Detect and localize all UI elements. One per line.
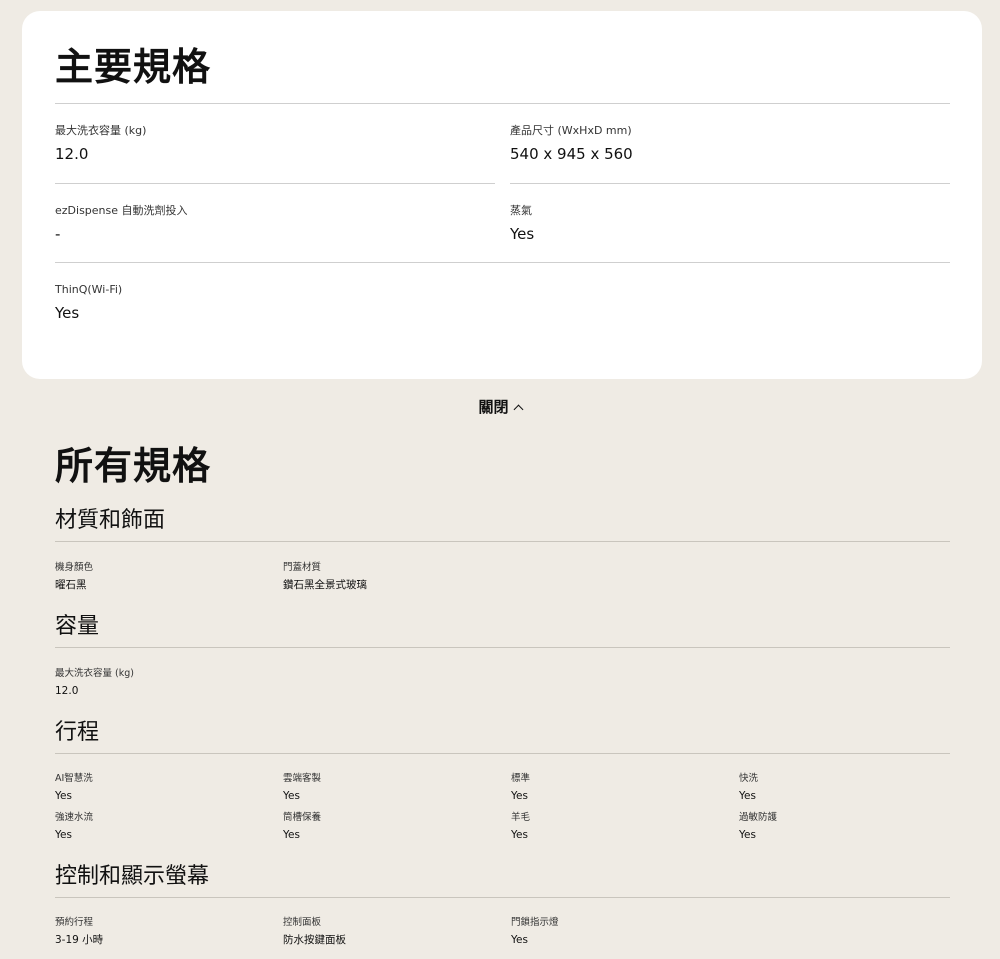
spec-value: - bbox=[55, 225, 61, 243]
key-spec-dimensions: 產品尺寸 (WxHxD mm) 540 x 945 x 560 bbox=[510, 124, 950, 164]
spec-value: 12.0 bbox=[55, 685, 79, 697]
spec-label: AI智慧洗 bbox=[55, 773, 93, 784]
spec-label: 產品尺寸 (WxHxD mm) bbox=[510, 124, 632, 137]
spec-value: Yes bbox=[511, 934, 528, 946]
spec-label: 機身顏色 bbox=[55, 562, 94, 573]
divider bbox=[55, 897, 950, 898]
spec-label: 筒槽保養 bbox=[283, 812, 322, 823]
spec-value: Yes bbox=[55, 304, 80, 322]
spec-value: 540 x 945 x 560 bbox=[510, 145, 633, 163]
spec-value: Yes bbox=[739, 829, 756, 841]
close-label: 關閉 bbox=[478, 398, 509, 416]
key-specs-title: 主要規格 bbox=[55, 45, 212, 89]
section-title-capacity: 容量 bbox=[55, 614, 100, 639]
key-specs-card: 主要規格 最大洗衣容量 (kg) 12.0 產品尺寸 (WxHxD mm) 54… bbox=[22, 11, 982, 379]
key-spec-ezdispense: ezDispense 自動洗劑投入 - bbox=[55, 204, 495, 244]
spec-label: 雲端客製 bbox=[283, 773, 322, 784]
spec-label: 控制面板 bbox=[283, 917, 322, 928]
divider bbox=[55, 647, 950, 648]
section-title-programs: 行程 bbox=[55, 720, 100, 745]
spec-label: ThinQ(Wi-Fi) bbox=[55, 283, 123, 296]
spec-value: Yes bbox=[510, 225, 535, 243]
spec-value: Yes bbox=[511, 829, 528, 841]
section-title-controls: 控制和顯示螢幕 bbox=[55, 864, 210, 889]
spec-label: 羊毛 bbox=[511, 812, 531, 823]
key-spec-steam: 蒸氣 Yes bbox=[510, 204, 950, 244]
spec-item: 強速水流 Yes bbox=[55, 812, 275, 842]
spec-item: 標準 Yes bbox=[511, 773, 731, 803]
divider bbox=[55, 183, 495, 184]
spec-item: 筒槽保養 Yes bbox=[283, 812, 503, 842]
spec-item: 控制面板 防水按鍵面板 bbox=[283, 917, 503, 947]
spec-value: 3-19 小時 bbox=[55, 934, 104, 946]
close-button[interactable]: 關閉 bbox=[0, 396, 1000, 417]
spec-value: Yes bbox=[511, 790, 528, 802]
spec-item: 門蓋材質 鑽石黑全景式玻璃 bbox=[283, 562, 503, 592]
spec-item: 門鎖指示燈 Yes bbox=[511, 917, 731, 947]
spec-value: 曜石黑 bbox=[55, 579, 87, 591]
divider bbox=[55, 753, 950, 754]
spec-value: Yes bbox=[283, 790, 300, 802]
key-spec-capacity: 最大洗衣容量 (kg) 12.0 bbox=[55, 124, 495, 164]
spec-label: 標準 bbox=[511, 773, 531, 784]
divider bbox=[55, 541, 950, 542]
spec-item: 雲端客製 Yes bbox=[283, 773, 503, 803]
spec-value: Yes bbox=[55, 829, 72, 841]
spec-item: 羊毛 Yes bbox=[511, 812, 731, 842]
spec-value: 12.0 bbox=[55, 145, 89, 163]
spec-label: 預約行程 bbox=[55, 917, 94, 928]
spec-label: 最大洗衣容量 (kg) bbox=[55, 668, 134, 679]
spec-label: 強速水流 bbox=[55, 812, 94, 823]
spec-label: 過敏防護 bbox=[739, 812, 778, 823]
all-specs-title: 所有規格 bbox=[55, 444, 212, 488]
divider bbox=[510, 183, 950, 184]
divider bbox=[55, 103, 950, 104]
spec-value: Yes bbox=[283, 829, 300, 841]
spec-value: Yes bbox=[739, 790, 756, 802]
spec-item: AI智慧洗 Yes bbox=[55, 773, 275, 803]
key-spec-thinq: ThinQ(Wi-Fi) Yes bbox=[55, 283, 495, 323]
spec-item: 快洗 Yes bbox=[739, 773, 959, 803]
spec-label: 快洗 bbox=[739, 773, 759, 784]
spec-value: 防水按鍵面板 bbox=[283, 934, 346, 946]
spec-item: 機身顏色 曜石黑 bbox=[55, 562, 275, 592]
spec-value: Yes bbox=[55, 790, 72, 802]
spec-label: 門蓋材質 bbox=[283, 562, 322, 573]
spec-item: 預約行程 3-19 小時 bbox=[55, 917, 275, 947]
spec-label: ezDispense 自動洗劑投入 bbox=[55, 204, 188, 217]
spec-label: 最大洗衣容量 (kg) bbox=[55, 124, 147, 137]
spec-label: 蒸氣 bbox=[510, 204, 532, 217]
spec-item: 過敏防護 Yes bbox=[739, 812, 959, 842]
section-title-materials: 材質和飾面 bbox=[55, 508, 166, 533]
chevron-up-icon bbox=[513, 404, 523, 415]
spec-item: 最大洗衣容量 (kg) 12.0 bbox=[55, 668, 275, 698]
spec-label: 門鎖指示燈 bbox=[511, 917, 559, 928]
spec-value: 鑽石黑全景式玻璃 bbox=[283, 579, 367, 591]
divider bbox=[55, 262, 950, 263]
